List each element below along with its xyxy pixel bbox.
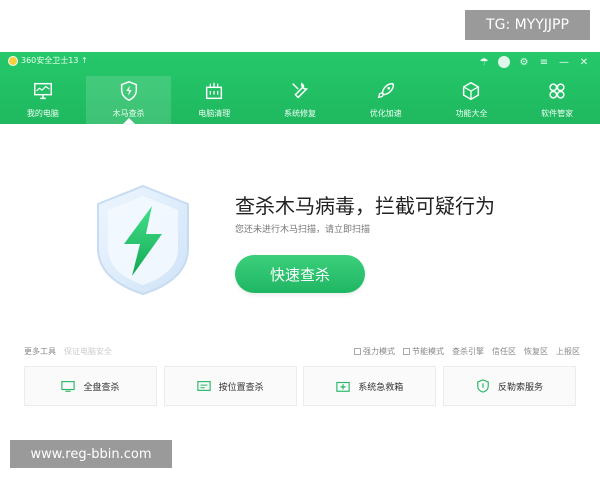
grid-icon bbox=[549, 83, 565, 99]
scan-status-text: 您还未进行木马扫描，请立即扫描 bbox=[235, 225, 371, 235]
option-label: 强力模式 bbox=[363, 347, 395, 356]
minimize-icon[interactable]: — bbox=[554, 54, 574, 70]
tab-software-manager[interactable]: 软件管家 bbox=[514, 76, 600, 124]
more-tools-link[interactable]: 更多工具 bbox=[24, 346, 56, 357]
tab-label: 优化加速 bbox=[369, 109, 402, 118]
protection-shield-icon bbox=[97, 184, 189, 296]
engine-link[interactable]: 查杀引擎 bbox=[452, 346, 484, 357]
firstaid-icon bbox=[336, 381, 350, 392]
watermark-url: www.reg-bbin.com bbox=[10, 440, 172, 468]
folder-icon bbox=[196, 381, 211, 391]
power-save-option[interactable]: 节能模式 bbox=[403, 346, 444, 357]
broom-icon bbox=[206, 82, 223, 100]
tab-label: 功能大全 bbox=[455, 109, 488, 118]
first-aid-card[interactable]: 系统急救箱 bbox=[303, 366, 437, 406]
main-toolbar: 我的电脑 木马查杀 电脑清理 系统修复 优化加速 功能大全 软件管家 bbox=[0, 76, 600, 124]
tab-my-computer[interactable]: 我的电脑 bbox=[0, 76, 86, 124]
strong-mode-option[interactable]: 强力模式 bbox=[354, 346, 395, 357]
bottom-bar: 更多工具 保证电脑安全 强力模式 节能模式 查杀引擎 信任区 恢复区 上报区 bbox=[24, 346, 580, 358]
close-icon[interactable]: ✕ bbox=[574, 54, 594, 70]
tab-optimize[interactable]: 优化加速 bbox=[343, 76, 429, 124]
app-logo-icon bbox=[8, 55, 18, 66]
skin-icon[interactable]: ☂ bbox=[474, 54, 494, 70]
card-label: 全盘查杀 bbox=[83, 382, 120, 393]
settings-icon[interactable]: ⚙ bbox=[514, 54, 534, 70]
wrench-icon bbox=[292, 82, 309, 99]
full-scan-card[interactable]: 全盘查杀 bbox=[24, 366, 157, 406]
app-window: 360安全卫士13 ↑ ☂ ⚙ ≡ — ✕ 我的电脑 木马查杀 电脑清理 系统修… bbox=[0, 52, 600, 444]
card-label: 反勒索服务 bbox=[497, 382, 543, 393]
tab-label: 木马查杀 bbox=[112, 109, 145, 118]
app-title: 360安全卫士13 ↑ bbox=[8, 55, 88, 66]
tab-trojan-scan[interactable]: 木马查杀 bbox=[85, 76, 172, 124]
computer-icon bbox=[33, 82, 52, 100]
cube-icon bbox=[463, 81, 480, 101]
app-title-text: 360安全卫士13 ↑ bbox=[21, 56, 88, 65]
option-label: 节能模式 bbox=[412, 347, 444, 356]
page-headline: 查杀木马病毒，拦截可疑行为 bbox=[235, 194, 495, 218]
menu-icon[interactable]: ≡ bbox=[534, 54, 554, 70]
tab-label: 系统修复 bbox=[284, 109, 317, 118]
card-label: 系统急救箱 bbox=[358, 382, 404, 393]
restore-zone-link[interactable]: 恢复区 bbox=[524, 346, 548, 357]
anti-ransomware-card[interactable]: 反勒索服务 bbox=[442, 366, 576, 406]
scan-options: 强力模式 节能模式 查杀引擎 信任区 恢复区 上报区 bbox=[346, 346, 580, 357]
shield-icon bbox=[120, 81, 137, 101]
shield-lock-icon bbox=[477, 379, 489, 393]
more-tools: 更多工具 保证电脑安全 bbox=[24, 346, 120, 357]
location-scan-card[interactable]: 按位置查杀 bbox=[163, 366, 297, 406]
more-tools-sub: 保证电脑安全 bbox=[64, 347, 112, 356]
window-controls: ☂ ⚙ ≡ — ✕ bbox=[474, 54, 594, 70]
tab-label: 电脑清理 bbox=[198, 109, 231, 118]
scan-tools: 全盘查杀 按位置查杀 系统急救箱 反勒索服务 bbox=[24, 366, 576, 410]
report-zone-link[interactable]: 上报区 bbox=[556, 346, 580, 357]
title-bar: 360安全卫士13 ↑ ☂ ⚙ ≡ — ✕ bbox=[0, 52, 600, 72]
disk-icon bbox=[61, 381, 76, 392]
tab-label: 我的电脑 bbox=[26, 109, 59, 118]
tab-system-repair[interactable]: 系统修复 bbox=[257, 76, 343, 124]
avatar[interactable] bbox=[494, 54, 514, 70]
card-label: 按位置查杀 bbox=[218, 382, 264, 393]
tab-label: 软件管家 bbox=[541, 109, 574, 118]
strong-mode-checkbox[interactable] bbox=[354, 348, 361, 355]
rocket-icon bbox=[377, 82, 394, 99]
watermark-tg: TG: MYYJJPP bbox=[465, 10, 590, 40]
tab-features[interactable]: 功能大全 bbox=[429, 76, 515, 124]
header: 360安全卫士13 ↑ ☂ ⚙ ≡ — ✕ 我的电脑 木马查杀 电脑清理 系统修… bbox=[0, 52, 600, 124]
tab-cleanup[interactable]: 电脑清理 bbox=[171, 76, 257, 124]
trust-zone-link[interactable]: 信任区 bbox=[492, 346, 516, 357]
quick-scan-button[interactable]: 快速查杀 bbox=[235, 255, 365, 293]
power-save-checkbox[interactable] bbox=[403, 348, 410, 355]
